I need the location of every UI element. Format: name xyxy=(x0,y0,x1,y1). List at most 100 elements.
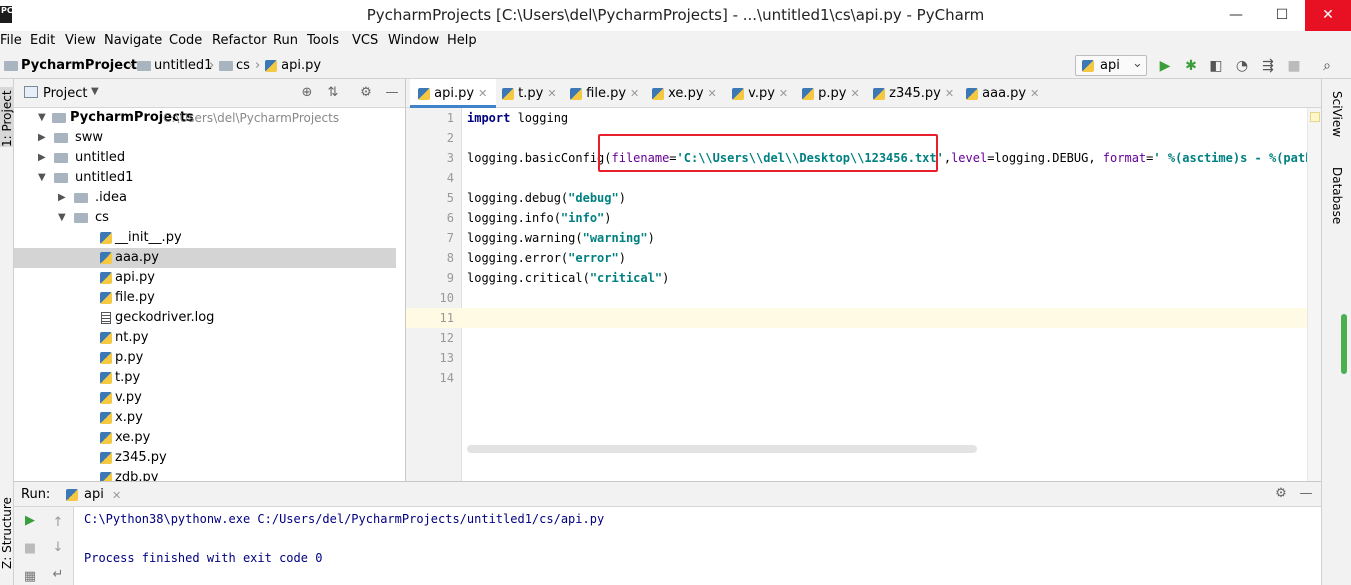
tab-p[interactable]: p.py ✕ xyxy=(800,79,866,108)
tree-item[interactable]: zdb.py xyxy=(14,468,396,481)
tree-item[interactable]: ▼ cs xyxy=(14,208,396,228)
close-icon[interactable]: ✕ xyxy=(1030,87,1039,100)
tree-root[interactable]: ▼ PycharmProjects C:\Users\del\PycharmPr… xyxy=(14,108,396,128)
menu-refactor[interactable]: Refactor xyxy=(212,33,267,48)
string-token: "info" xyxy=(560,211,605,225)
folder-icon xyxy=(137,60,151,71)
chevron-right-icon: ▶ xyxy=(58,192,66,203)
tree-item[interactable]: p.py xyxy=(14,348,396,368)
tab-xe[interactable]: xe.py ✕ xyxy=(650,79,730,108)
tree-item[interactable]: xe.py xyxy=(14,428,396,448)
maximize-button[interactable]: ☐ xyxy=(1259,0,1305,31)
stop-icon[interactable]: ■ xyxy=(22,541,38,557)
breadcrumb-item-api[interactable]: api.py xyxy=(265,58,321,73)
tree-item[interactable]: v.py xyxy=(14,388,396,408)
tree-item[interactable]: nt.py xyxy=(14,328,396,348)
hide-panel-icon[interactable]: — xyxy=(1298,486,1314,502)
collapse-all-icon[interactable]: ⇅ xyxy=(325,85,341,101)
python-file-icon xyxy=(100,252,112,264)
tool-window-database-button[interactable]: Database xyxy=(1330,167,1344,224)
search-icon[interactable]: ⌕ xyxy=(1318,57,1336,75)
profile-icon[interactable]: ◔ xyxy=(1233,57,1251,75)
tab-z345[interactable]: z345.py ✕ xyxy=(871,79,963,108)
editor-gutter: 1 2 3 4 5 6 7 8 9 10 11 12 13 14 xyxy=(405,108,462,481)
tree-item[interactable]: geckodriver.log xyxy=(14,308,396,328)
tool-window-project-button[interactable]: 1: Project xyxy=(0,87,14,147)
tree-item[interactable]: file.py xyxy=(14,288,396,308)
tree-item[interactable]: z345.py xyxy=(14,448,396,468)
tool-window-structure-button[interactable]: Z: Structure xyxy=(0,489,14,569)
close-icon[interactable]: ✕ xyxy=(708,87,717,100)
arrow-down-icon[interactable]: ↓ xyxy=(50,540,66,556)
close-icon[interactable]: ✕ xyxy=(850,87,859,100)
code-editor[interactable]: import logging logging.basicConfig(filen… xyxy=(462,108,1321,481)
menu-navigate[interactable]: Navigate xyxy=(104,33,162,48)
coverage-icon[interactable]: ◧ xyxy=(1207,57,1225,75)
hide-panel-icon[interactable]: — xyxy=(384,85,400,101)
inspection-status-icon[interactable] xyxy=(1310,112,1320,122)
editor-error-stripe[interactable] xyxy=(1307,108,1321,481)
close-icon[interactable]: ✕ xyxy=(630,87,639,100)
close-icon[interactable]: ✕ xyxy=(945,87,954,100)
chevron-down-icon[interactable]: ▼ xyxy=(91,86,99,97)
run-console-output[interactable]: C:\Python38\pythonw.exe C:/Users/del/Pyc… xyxy=(74,507,1321,585)
breadcrumb-item-cs[interactable]: cs xyxy=(219,58,250,73)
run-icon[interactable]: ▶ xyxy=(1156,57,1174,75)
concurrency-icon[interactable]: ⇶ xyxy=(1259,57,1277,75)
tree-item[interactable]: ▶ untitled xyxy=(14,148,396,168)
menu-file[interactable]: File xyxy=(0,33,22,48)
project-panel-title[interactable]: Project xyxy=(43,86,87,101)
gear-icon[interactable]: ⚙ xyxy=(358,85,374,101)
rerun-icon[interactable]: ▶ xyxy=(22,513,38,529)
close-icon[interactable]: ✕ xyxy=(779,87,788,100)
line-number: 1 xyxy=(446,111,454,125)
menu-window[interactable]: Window xyxy=(388,33,439,48)
menu-vcs[interactable]: VCS xyxy=(352,33,378,48)
tree-item[interactable]: api.py xyxy=(14,268,396,288)
tool-window-sciview-button[interactable]: SciView xyxy=(1330,91,1344,137)
menu-tools[interactable]: Tools xyxy=(307,33,339,48)
code-token: logging.warning( xyxy=(467,231,583,245)
close-icon[interactable]: ✕ xyxy=(478,87,487,100)
menu-help[interactable]: Help xyxy=(447,33,477,48)
tab-t[interactable]: t.py ✕ xyxy=(498,79,566,108)
minimize-button[interactable]: — xyxy=(1213,0,1259,31)
menu-edit[interactable]: Edit xyxy=(30,33,55,48)
stop-icon[interactable]: ■ xyxy=(1285,57,1303,75)
tab-file[interactable]: file.py ✕ xyxy=(568,79,648,108)
menu-run[interactable]: Run xyxy=(273,33,298,48)
tree-item[interactable]: __init__.py xyxy=(14,228,396,248)
menu-code[interactable]: Code xyxy=(169,33,202,48)
locate-file-icon[interactable]: ⊕ xyxy=(299,85,315,101)
close-button[interactable]: ✕ xyxy=(1305,0,1351,31)
editor-horizontal-scrollbar[interactable] xyxy=(467,445,977,453)
python-file-icon xyxy=(100,372,112,384)
tab-run-api[interactable]: api xyxy=(84,487,104,502)
breadcrumb-item-untitled1[interactable]: untitled1 xyxy=(137,58,212,73)
tab-aaa[interactable]: aaa.py ✕ xyxy=(964,79,1044,108)
chevron-down-icon: ⌄ xyxy=(1132,56,1143,71)
soft-wrap-icon[interactable]: ↵ xyxy=(50,567,66,583)
python-file-icon xyxy=(100,292,112,304)
close-icon[interactable]: ✕ xyxy=(112,489,121,502)
tree-item[interactable]: aaa.py xyxy=(14,248,396,268)
tree-item[interactable]: ▶ sww xyxy=(14,128,396,148)
breadcrumb-item-root[interactable]: PycharmProjects xyxy=(4,58,145,73)
debug-icon[interactable]: ✱ xyxy=(1182,57,1200,75)
tree-item[interactable]: x.py xyxy=(14,408,396,428)
layout-icon[interactable]: ▦ xyxy=(22,569,38,585)
run-configuration-select[interactable]: api ⌄ xyxy=(1075,55,1147,76)
tab-v[interactable]: v.py ✕ xyxy=(730,79,800,108)
tab-api[interactable]: api.py ✕ xyxy=(410,79,496,108)
gear-icon[interactable]: ⚙ xyxy=(1273,486,1289,502)
string-token: "error" xyxy=(568,251,619,265)
menu-view[interactable]: View xyxy=(65,33,96,48)
tree-item-label: cs xyxy=(95,210,109,225)
close-icon[interactable]: ✕ xyxy=(547,87,556,100)
tree-item[interactable]: ▼ untitled1 xyxy=(14,168,396,188)
folder-icon xyxy=(219,60,233,71)
scrollbar-thumb[interactable] xyxy=(1341,314,1347,374)
tree-item[interactable]: t.py xyxy=(14,368,396,388)
tree-item[interactable]: ▶ .idea xyxy=(14,188,396,208)
arrow-up-icon[interactable]: ↑ xyxy=(50,515,66,531)
